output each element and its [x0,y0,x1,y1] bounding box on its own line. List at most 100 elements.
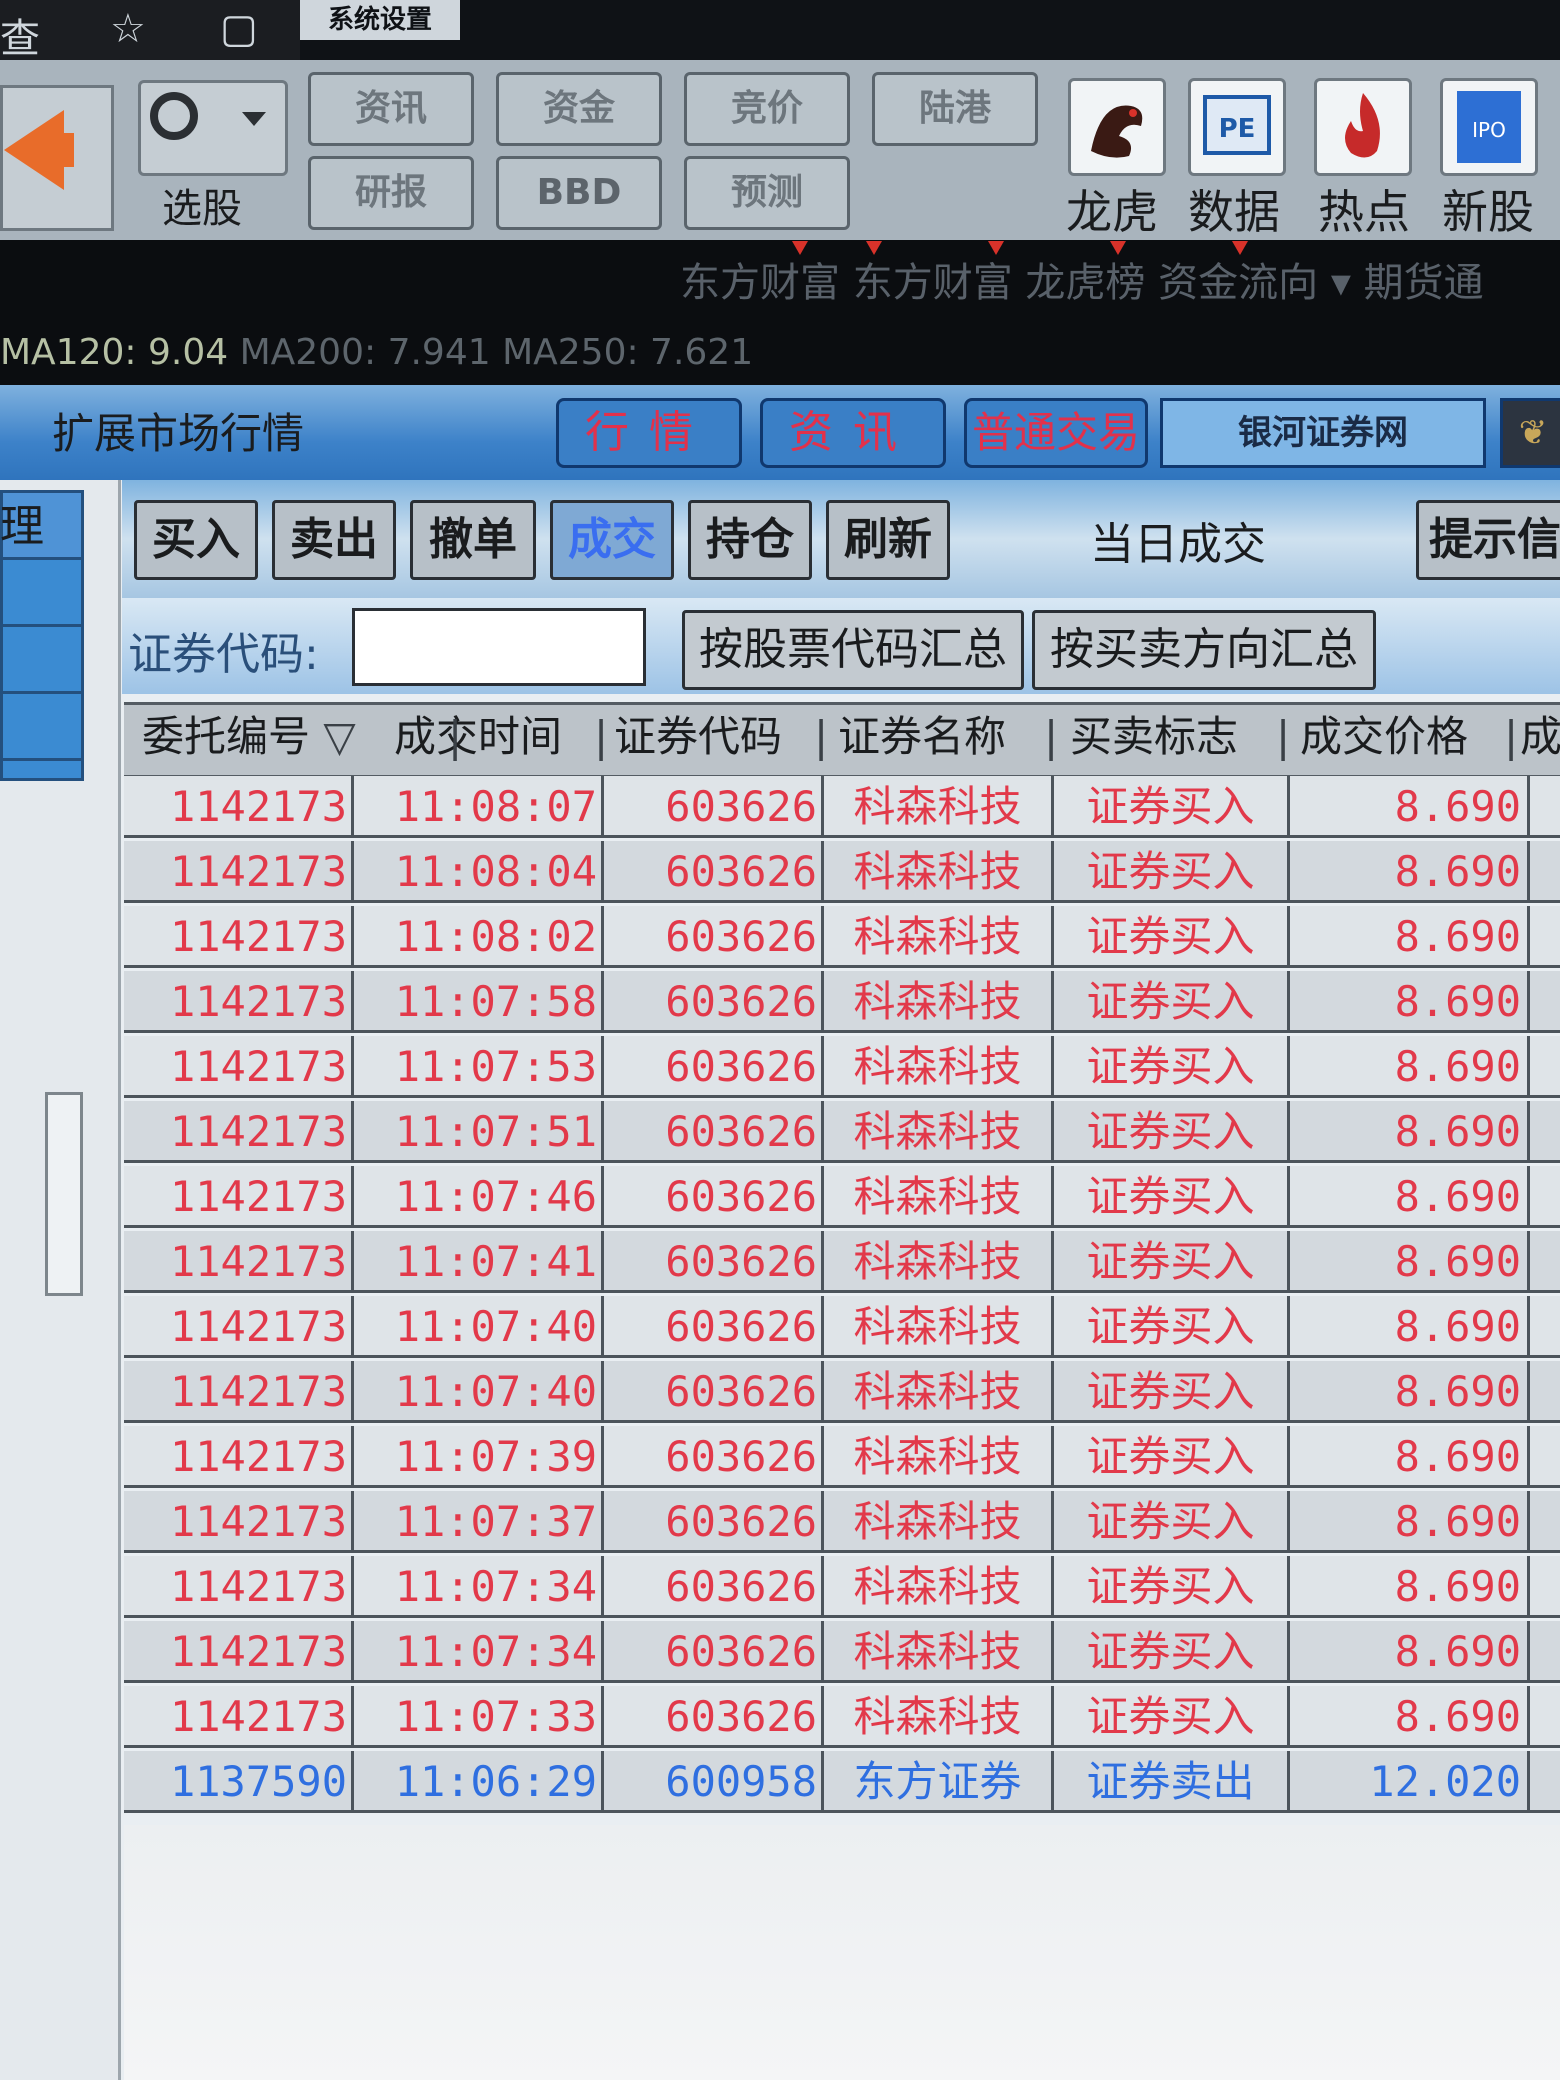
cell-side: 证券买入 [1054,1361,1290,1423]
cell-more [1530,1491,1560,1553]
sidebar-item[interactable] [3,627,81,694]
deals-button[interactable]: 成交 [550,500,674,580]
scrollbar-thumb[interactable] [45,1092,83,1296]
column-header-side[interactable]: 买卖标志 [1070,702,1238,772]
sidebar-item[interactable] [3,560,81,627]
cell-name: 科森科技 [824,1361,1054,1423]
cell-side: 证券买入 [1054,1231,1290,1293]
sell-button[interactable]: 卖出 [272,500,396,580]
new-stock-tile[interactable]: IPO [1440,78,1538,176]
cell-side: 证券买入 [1054,1101,1290,1163]
pe-icon: PE [1203,95,1271,155]
table-row[interactable]: 1142173 11:07:40 603626 科森科技 证券买入 8.690 [124,1296,1560,1361]
table-row[interactable]: 1142173 11:08:02 603626 科森科技 证券买入 8.690 [124,906,1560,971]
column-separator: | [1276,712,1291,761]
dragon-tiger-tile[interactable] [1068,78,1166,176]
cell-order-id: 1142173 [124,1491,354,1553]
table-row[interactable]: 1142173 11:07:34 603626 科森科技 证券买入 8.690 [124,1556,1560,1621]
market-links[interactable]: 东方财富 东方财富 龙虎榜 资金流向 ▾ 期货通 [680,250,1484,308]
table-row[interactable]: 1142173 11:07:53 603626 科森科技 证券买入 8.690 [124,1036,1560,1101]
sidebar-item[interactable] [3,694,81,761]
pe-data-tile[interactable]: PE [1188,78,1286,176]
extended-market-title: 扩展市场行情 [52,409,305,458]
column-header-order-id[interactable]: 委托编号 ▽ [142,702,356,772]
summary-by-direction-button[interactable]: 按买卖方向汇总 [1032,610,1376,690]
ma120-value: MA120: 9.04 [0,332,229,373]
cell-side: 证券买入 [1054,1491,1290,1553]
cell-time: 11:07:37 [354,1491,604,1553]
column-header-more[interactable]: 成 [1520,702,1560,772]
column-separator: | [448,712,463,761]
bbd-button[interactable]: BBD [496,156,662,230]
table-row[interactable]: 1142173 11:07:40 603626 科森科技 证券买入 8.690 [124,1361,1560,1426]
cell-price: 8.690 [1290,841,1530,903]
restore-icon[interactable]: ▢ [220,6,258,52]
cell-order-id: 1142173 [124,1361,354,1423]
tab-news[interactable]: 资讯 [760,398,946,468]
table-row[interactable]: 1142173 11:07:51 603626 科森科技 证券买入 8.690 [124,1101,1560,1166]
cell-order-id: 1142173 [124,971,354,1033]
cell-side: 证券买入 [1054,1621,1290,1683]
data-label: 数据 [1188,185,1280,239]
security-code-input[interactable] [352,608,646,686]
table-row[interactable]: 1142173 11:08:07 603626 科森科技 证券买入 8.690 [124,776,1560,841]
cell-price: 8.690 [1290,1036,1530,1098]
table-row[interactable]: 1142173 11:07:37 603626 科森科技 证券买入 8.690 [124,1491,1560,1556]
cell-code: 603626 [604,971,824,1033]
table-row[interactable]: 1142173 11:07:34 603626 科森科技 证券买入 8.690 [124,1621,1560,1686]
cell-more [1530,776,1560,838]
cell-time: 11:08:04 [354,841,604,903]
table-row[interactable]: 1142173 11:07:41 603626 科森科技 证券买入 8.690 [124,1231,1560,1296]
table-row[interactable]: 1137590 11:06:29 600958 东方证券 证券卖出 12.020 [124,1751,1560,1816]
summary-by-code-button[interactable]: 按股票代码汇总 [682,610,1024,690]
cell-price: 8.690 [1290,971,1530,1033]
column-header-time[interactable]: 成交时间 [394,702,562,772]
table-row[interactable]: 1142173 11:07:33 603626 科森科技 证券买入 8.690 [124,1686,1560,1751]
cell-name: 科森科技 [824,1621,1054,1683]
research-button[interactable]: 研报 [308,156,474,230]
cell-side: 证券买入 [1054,841,1290,903]
cell-side: 证券买入 [1054,776,1290,838]
cell-more [1530,841,1560,903]
buy-button[interactable]: 买入 [134,500,258,580]
cell-price: 8.690 [1290,1621,1530,1683]
cell-side: 证券买入 [1054,1036,1290,1098]
column-header-code[interactable]: 证券代码 [614,702,782,772]
dragon-tiger-label: 龙虎 [1066,185,1158,239]
sort-desc-icon[interactable]: ▽ [323,712,355,761]
chevron-down-icon[interactable] [242,112,266,126]
cell-side: 证券买入 [1054,1426,1290,1488]
table-row[interactable]: 1142173 11:07:58 603626 科森科技 证券买入 8.690 [124,971,1560,1036]
tips-button[interactable]: 提示信息 [1416,500,1560,580]
table-empty-area [124,1825,1560,2080]
tab-normal-trade[interactable]: 普通交易 [964,398,1148,468]
hk-connect-button[interactable]: 陆港 [872,72,1038,146]
column-header-name[interactable]: 证券名称 [838,702,1006,772]
forecast-button[interactable]: 预测 [684,156,850,230]
app-title: 系统设置 [300,0,460,40]
column-header-price[interactable]: 成交价格 [1300,702,1468,772]
cell-time: 11:08:02 [354,906,604,968]
table-row[interactable]: 1142173 11:08:04 603626 科森科技 证券买入 8.690 [124,841,1560,906]
cancel-order-button[interactable]: 撤单 [410,500,536,580]
cell-order-id: 1142173 [124,841,354,903]
hotspot-tile[interactable] [1314,78,1412,176]
cell-name: 科森科技 [824,1231,1054,1293]
table-row[interactable]: 1142173 11:07:46 603626 科森科技 证券买入 8.690 [124,1166,1560,1231]
auction-button[interactable]: 竞价 [684,72,850,146]
column-separator: | [594,712,609,761]
star-icon[interactable]: ☆ [110,6,146,52]
table-row[interactable]: 1142173 11:07:39 603626 科森科技 证券买入 8.690 [124,1426,1560,1491]
menu-icon[interactable]: ❦ [1500,398,1560,468]
funds-button[interactable]: 资金 [496,72,662,146]
tab-galaxy-securities[interactable]: 银河证券网 [1160,398,1486,468]
cell-order-id: 1142173 [124,1101,354,1163]
tab-quotes[interactable]: 行情 [556,398,742,468]
positions-button[interactable]: 持仓 [688,500,812,580]
news-button[interactable]: 资讯 [308,72,474,146]
cell-code: 603626 [604,1621,824,1683]
refresh-button[interactable]: 刷新 [826,500,950,580]
cell-code: 603626 [604,776,824,838]
column-separator: | [1504,712,1519,761]
new-stock-label: 新股 [1442,185,1534,239]
